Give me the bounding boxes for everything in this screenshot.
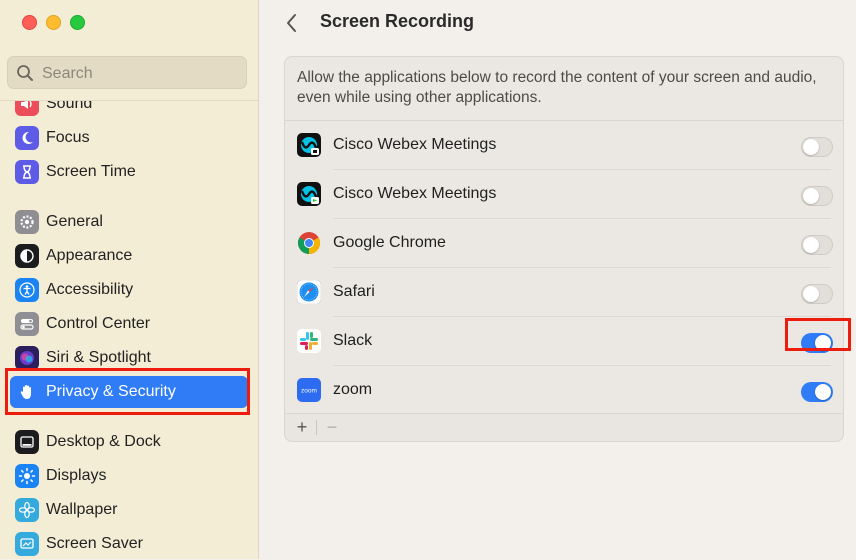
flower-icon xyxy=(15,498,39,522)
screen-saver-icon xyxy=(15,532,39,556)
description-text: Allow the applications below to record t… xyxy=(297,69,817,106)
app-name: zoom xyxy=(333,381,373,398)
add-app-button[interactable]: + xyxy=(291,415,313,439)
control-center-icon xyxy=(15,312,39,336)
sidebar-item-label: Appearance xyxy=(46,247,133,264)
sidebar-list: Sound Focus Screen Time General Appearan… xyxy=(0,100,258,560)
toggle-knob xyxy=(803,237,819,253)
close-window-button[interactable] xyxy=(22,15,37,30)
toggle-knob xyxy=(803,286,819,302)
sidebar-item-siri-spotlight[interactable]: Siri & Spotlight xyxy=(10,342,248,374)
slack-icon xyxy=(297,329,321,353)
sidebar-item-label: Sound xyxy=(46,100,93,112)
webex-meetings-toggle[interactable] xyxy=(801,137,833,157)
zoom-icon: zoom xyxy=(297,378,321,402)
safari-icon xyxy=(297,280,321,304)
screen-recording-panel: Allow the applications below to record t… xyxy=(284,56,844,442)
sidebar-item-privacy-security[interactable]: Privacy & Security xyxy=(10,376,248,408)
sidebar-item-accessibility[interactable]: Accessibility xyxy=(10,274,248,306)
app-name: Google Chrome xyxy=(333,234,446,251)
chrome-icon xyxy=(298,232,320,254)
zoom-icon-text: zoom xyxy=(301,388,317,395)
app-row: Cisco Webex Meetings xyxy=(285,121,843,170)
zoom-toggle[interactable] xyxy=(801,382,833,402)
sidebar-item-general[interactable]: General xyxy=(10,206,248,238)
webex-icon xyxy=(297,182,321,206)
hand-icon xyxy=(15,380,39,404)
sidebar-item-appearance[interactable]: Appearance xyxy=(10,240,248,272)
app-name: Cisco Webex Meetings xyxy=(333,185,497,202)
sidebar-item-label: Focus xyxy=(46,129,90,146)
toggle-knob xyxy=(815,384,831,400)
siri-icon xyxy=(15,346,39,370)
dock-icon xyxy=(15,430,39,454)
app-row: Cisco Webex Meetings xyxy=(285,170,843,219)
sidebar-item-label: Displays xyxy=(46,467,107,484)
sidebar-item-label: Accessibility xyxy=(46,281,134,298)
search-input[interactable] xyxy=(40,60,244,87)
sidebar-item-label: Desktop & Dock xyxy=(46,433,161,450)
sidebar-item-label: Siri & Spotlight xyxy=(46,349,151,366)
slack-toggle[interactable] xyxy=(801,333,833,353)
sidebar-item-label: Control Center xyxy=(46,315,151,332)
sidebar-item-wallpaper[interactable]: Wallpaper xyxy=(10,494,248,526)
sidebar-item-label: General xyxy=(46,213,103,230)
appearance-icon xyxy=(15,244,39,268)
sidebar-item-sound[interactable]: Sound xyxy=(10,100,248,120)
search-icon xyxy=(17,65,33,81)
back-chevron-icon[interactable] xyxy=(283,12,301,34)
sidebar-item-control-center[interactable]: Control Center xyxy=(10,308,248,340)
webex-icon xyxy=(297,133,321,157)
moon-icon xyxy=(15,126,39,150)
toggle-knob xyxy=(803,139,819,155)
main-content: Screen Recording Allow the applications … xyxy=(259,0,856,559)
app-row: Safari xyxy=(285,268,843,317)
sidebar-item-label: Privacy & Security xyxy=(46,383,176,400)
sidebar-item-label: Screen Saver xyxy=(46,535,143,552)
safari-toggle[interactable] xyxy=(801,284,833,304)
hourglass-icon xyxy=(15,160,39,184)
sidebar-item-screen-saver[interactable]: Screen Saver xyxy=(10,528,248,560)
toggle-knob xyxy=(815,335,831,351)
list-footer: + − xyxy=(285,413,843,441)
search-field[interactable] xyxy=(7,56,247,89)
app-row: zoom zoom xyxy=(285,366,843,415)
google-chrome-toggle[interactable] xyxy=(801,235,833,255)
app-name: Cisco Webex Meetings xyxy=(333,136,497,153)
app-name: Safari xyxy=(333,283,375,300)
accessibility-icon xyxy=(15,278,39,302)
app-row: Google Chrome xyxy=(285,219,843,268)
app-name: Slack xyxy=(333,332,373,349)
window-controls xyxy=(22,15,85,30)
speaker-icon xyxy=(15,101,39,116)
sidebar-item-focus[interactable]: Focus xyxy=(10,122,248,154)
sidebar-item-desktop-dock[interactable]: Desktop & Dock xyxy=(10,426,248,458)
sidebar-item-displays[interactable]: Displays xyxy=(10,460,248,492)
sidebar: Sound Focus Screen Time General xyxy=(0,0,259,559)
sidebar-item-label: Screen Time xyxy=(46,163,136,180)
remove-app-button[interactable]: − xyxy=(321,415,343,439)
sidebar-item-label: Wallpaper xyxy=(46,501,118,518)
toggle-knob xyxy=(803,188,819,204)
sun-icon xyxy=(15,464,39,488)
page-title: Screen Recording xyxy=(320,11,475,31)
gear-icon xyxy=(15,210,39,234)
footer-divider xyxy=(316,420,317,435)
webex-meetings-toggle-2[interactable] xyxy=(801,186,833,206)
app-row: Slack xyxy=(285,317,843,366)
sidebar-item-screen-time[interactable]: Screen Time xyxy=(10,156,248,188)
minimize-window-button[interactable] xyxy=(46,15,61,30)
zoom-window-button[interactable] xyxy=(70,15,85,30)
